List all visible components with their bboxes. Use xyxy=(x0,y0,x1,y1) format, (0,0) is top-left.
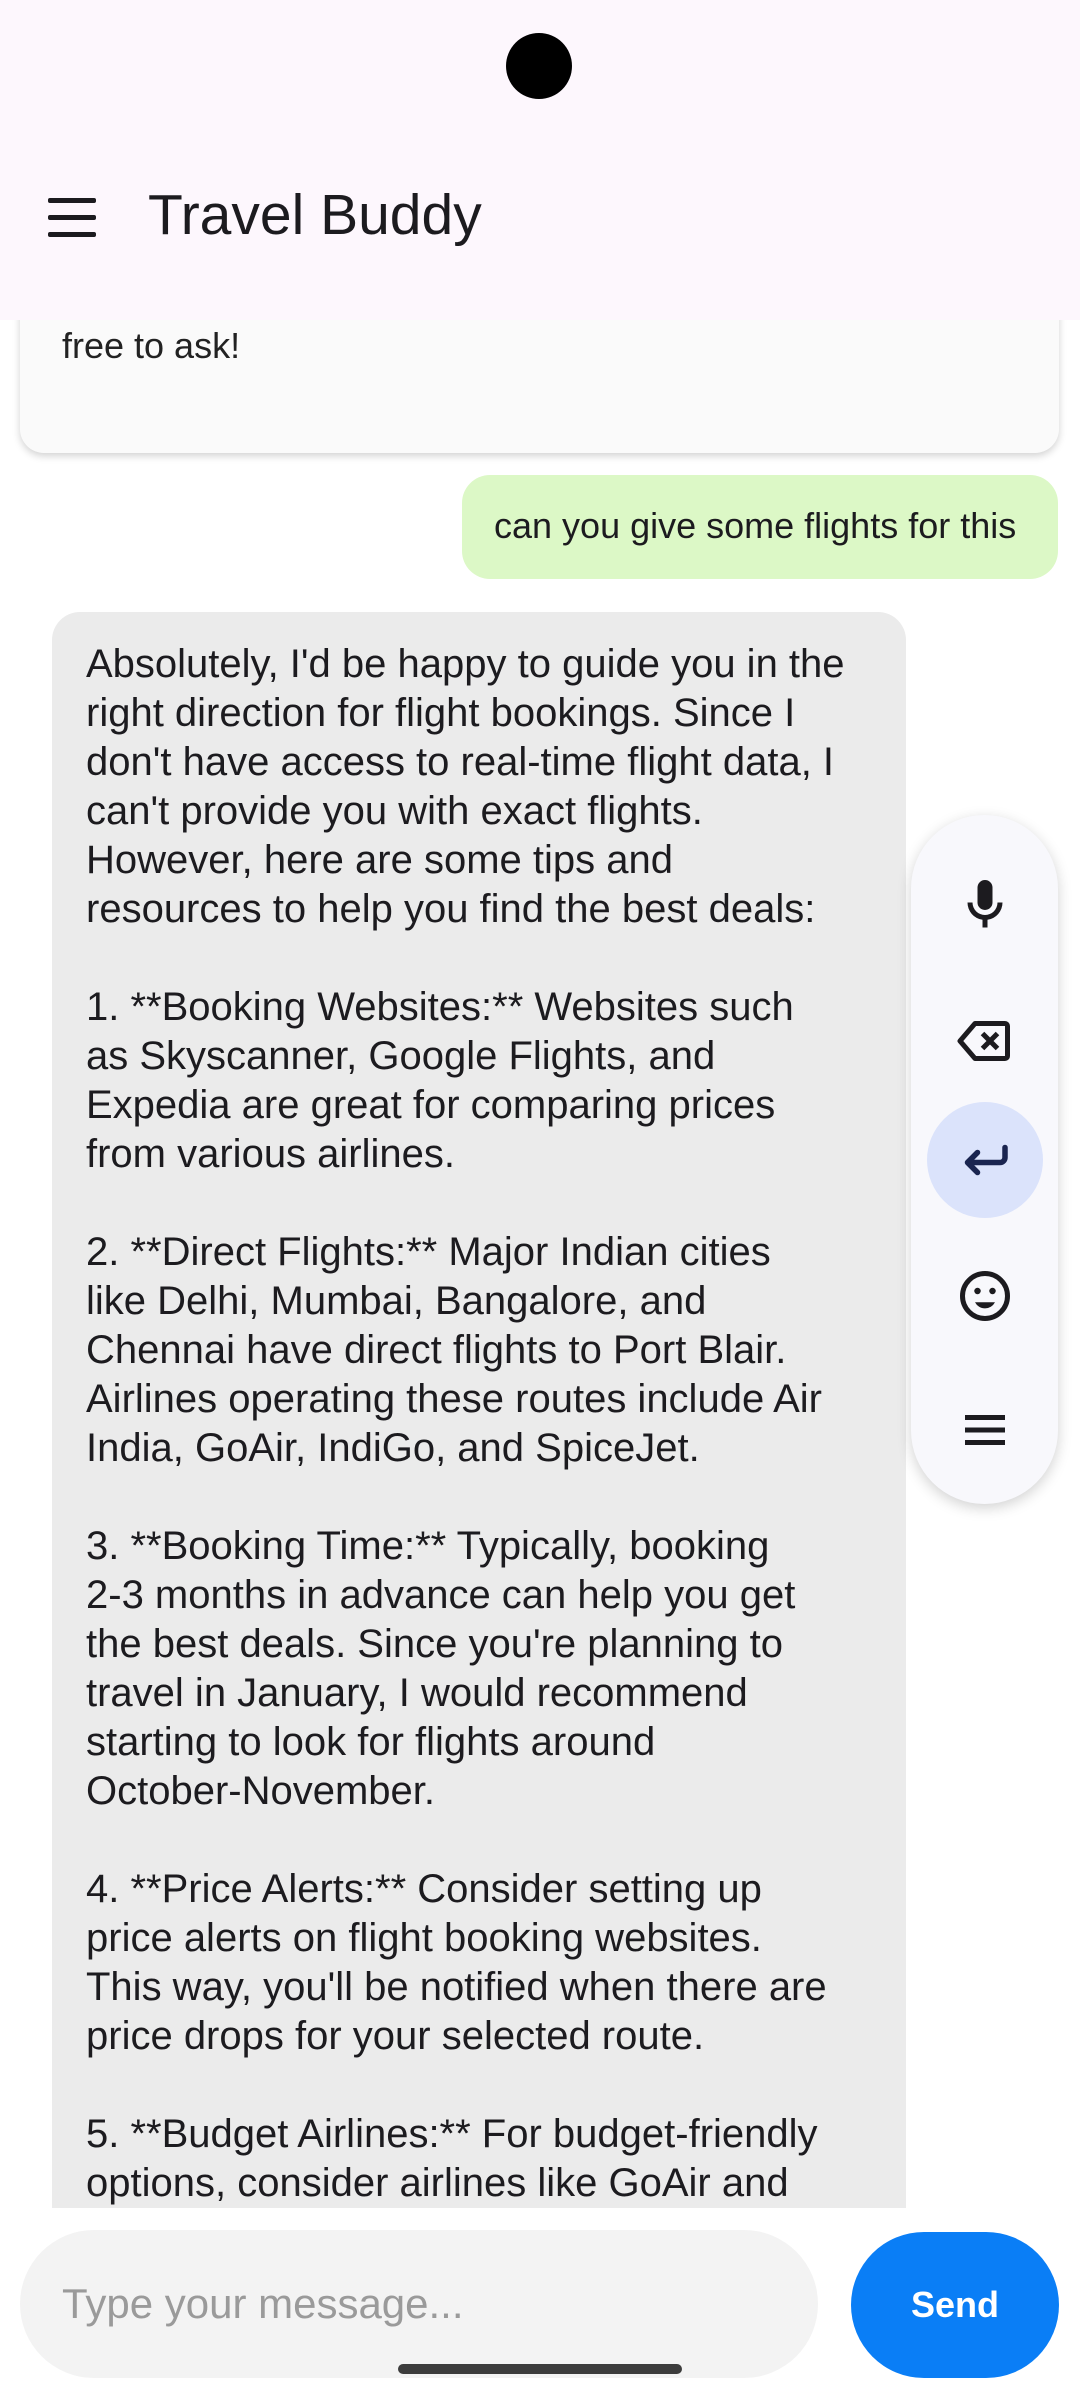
microphone-icon[interactable] xyxy=(927,847,1043,963)
menu-icon[interactable] xyxy=(927,1372,1043,1488)
backspace-icon[interactable] xyxy=(927,983,1043,1099)
assistant-message: sports. If you need any more details or … xyxy=(20,320,1059,453)
assistant-message: Absolutely, I'd be happy to guide you in… xyxy=(52,612,906,2208)
message-text: sports. If you need any more details or … xyxy=(62,325,241,366)
enter-icon[interactable] xyxy=(927,1102,1043,1218)
emoji-icon[interactable] xyxy=(927,1238,1043,1354)
message-text: Absolutely, I'd be happy to guide you in… xyxy=(86,642,845,2205)
hamburger-menu-icon[interactable] xyxy=(48,198,98,238)
front-camera xyxy=(506,33,572,99)
message-input[interactable] xyxy=(20,2230,818,2378)
user-message: can you give some flights for this xyxy=(462,475,1058,579)
home-indicator[interactable] xyxy=(398,2364,682,2374)
send-button[interactable]: Send xyxy=(851,2232,1059,2378)
app-title: Travel Buddy xyxy=(148,183,482,247)
status-bar xyxy=(0,0,1080,130)
keyboard-toolbar xyxy=(911,815,1058,1504)
app-bar: Travel Buddy xyxy=(0,130,1080,320)
message-text: can you give some flights for this xyxy=(494,505,1017,546)
